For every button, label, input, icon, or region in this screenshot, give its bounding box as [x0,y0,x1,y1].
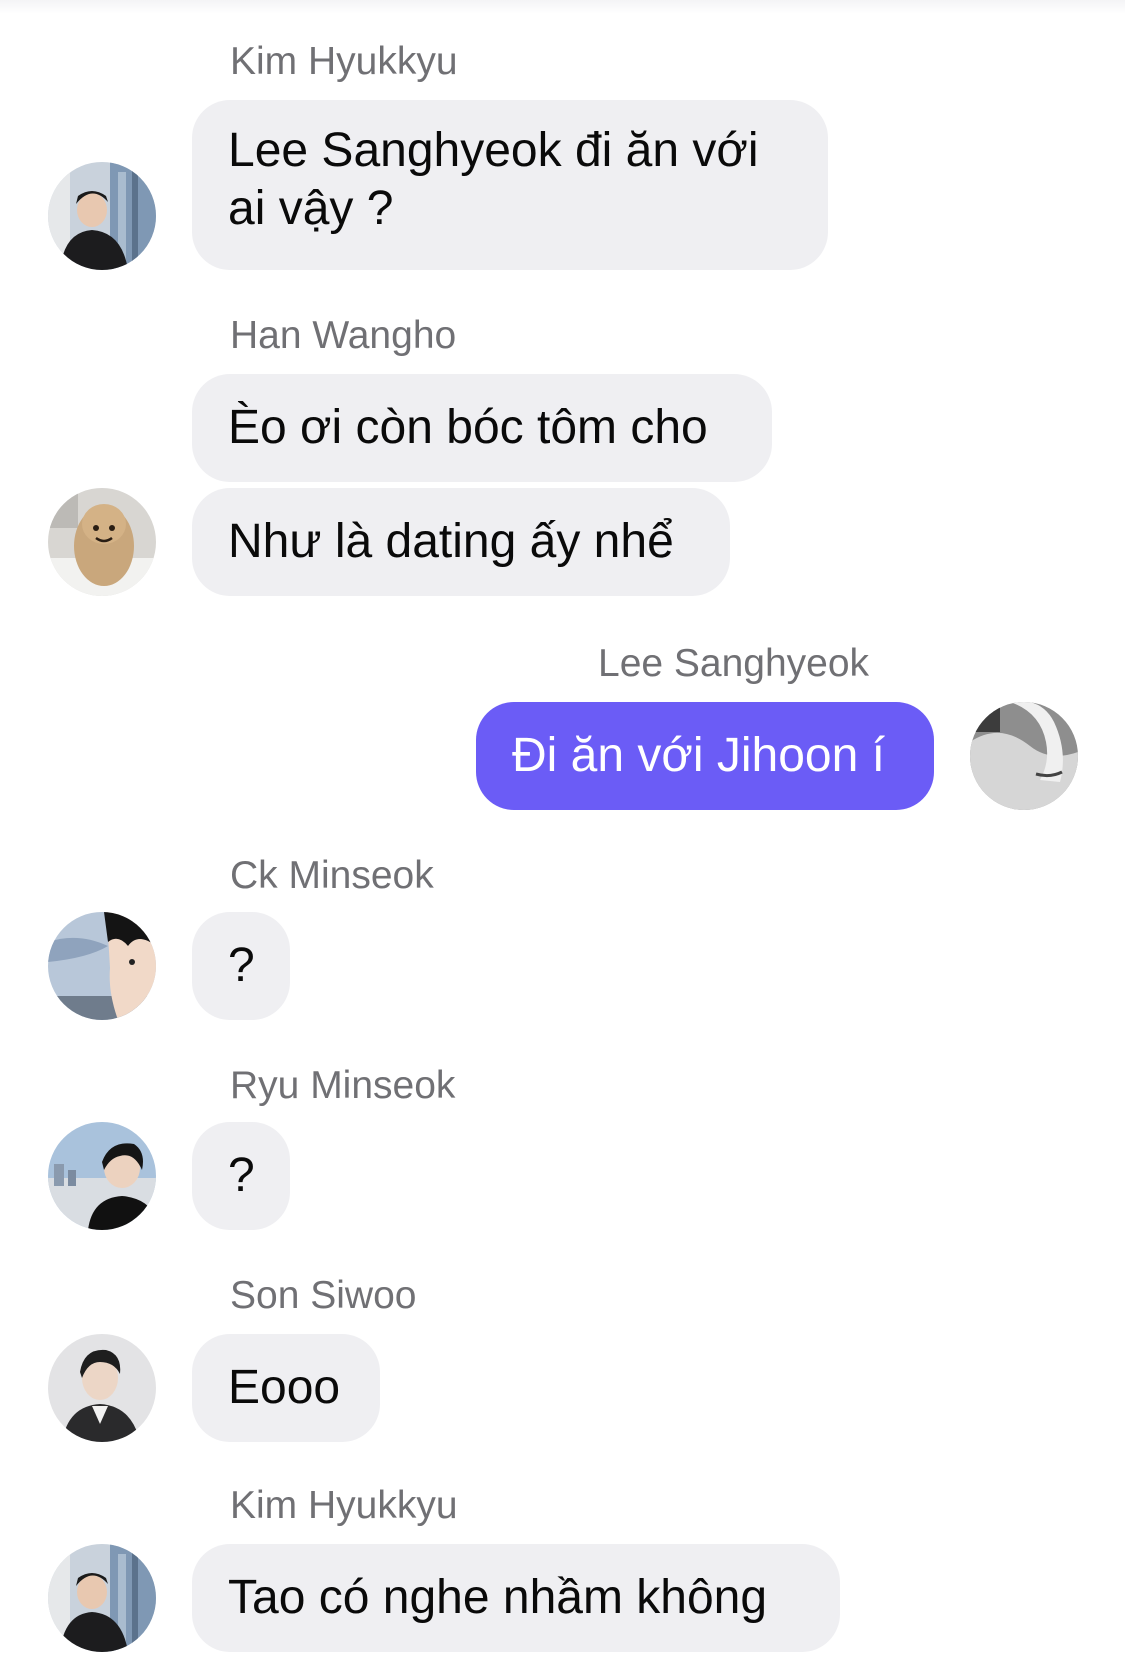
message-bubble[interactable]: Lee Sanghyeok đi ăn với ai vậy ? [192,100,828,270]
top-edge-shadow [0,0,1125,14]
avatar-ck-minseok[interactable] [48,912,156,1020]
message-bubble[interactable]: Eooo [192,1334,380,1442]
sender-name: Ck Minseok [230,854,434,897]
sender-name: Kim Hyukkyu [230,1484,458,1527]
avatar-kim-hyukkyu[interactable] [48,1544,156,1652]
plush-toy-photo-icon [48,488,156,596]
message-bubble[interactable]: Như là dating ấy nhể [192,488,730,596]
grayscale-photo-icon [970,702,1078,810]
message-bubble[interactable]: ? [192,912,290,1020]
sender-name: Kim Hyukkyu [230,40,458,83]
message-bubble-own[interactable]: Đi ăn với Jihoon í [476,702,934,810]
sender-name: Son Siwoo [230,1274,417,1317]
avatar-kim-hyukkyu[interactable] [48,162,156,270]
avatar-lee-sanghyeok[interactable] [970,702,1078,810]
message-bubble[interactable]: Tao có nghe nhầm không [192,1544,840,1652]
person-portrait-photo-icon [48,1334,156,1442]
avatar-ryu-minseok[interactable] [48,1122,156,1230]
avatar-son-siwoo[interactable] [48,1334,156,1442]
person-photo-icon [48,162,156,270]
sender-name: Lee Sanghyeok [598,642,870,685]
sender-name: Ryu Minseok [230,1064,456,1107]
person-sky-photo-icon [48,912,156,1020]
person-photo-icon [48,1544,156,1652]
avatar-han-wangho[interactable] [48,488,156,596]
person-city-photo-icon [48,1122,156,1230]
message-bubble[interactable]: Èo ơi còn bóc tôm cho [192,374,772,482]
sender-name: Han Wangho [230,314,457,357]
message-bubble[interactable]: ? [192,1122,290,1230]
